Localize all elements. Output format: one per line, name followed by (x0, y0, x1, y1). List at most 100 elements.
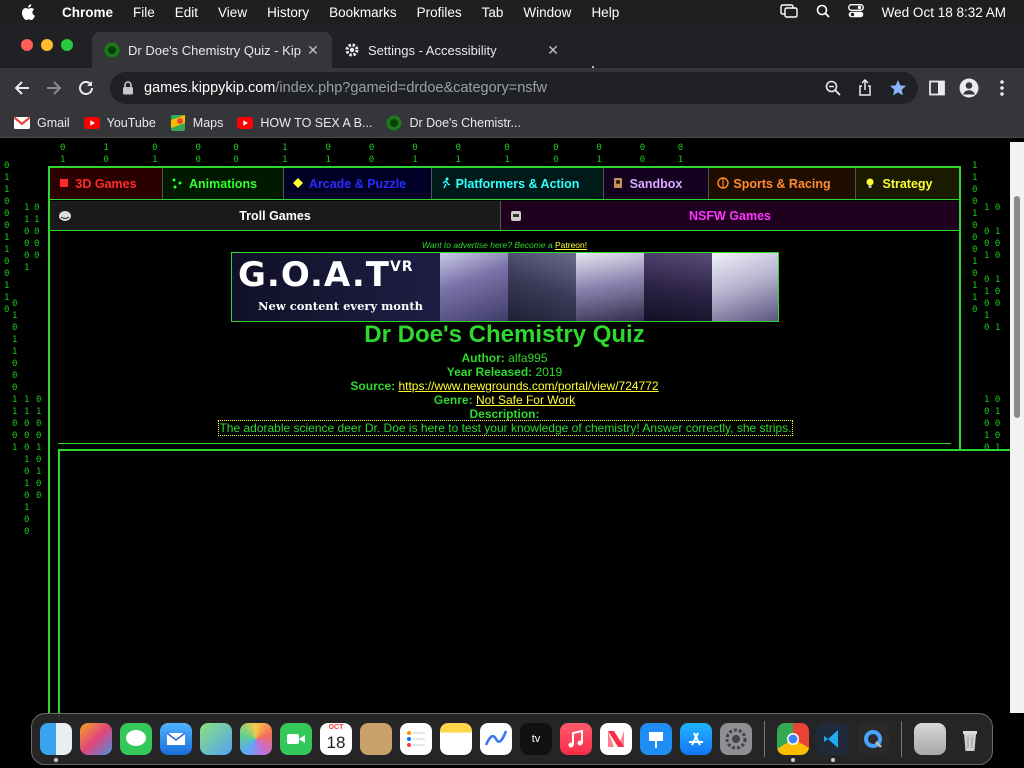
menubar-clock[interactable]: Wed Oct 18 8:32 AM (882, 5, 1006, 20)
genre-link[interactable]: Not Safe For Work (476, 393, 575, 407)
bookmark-label: YouTube (106, 115, 156, 130)
genre-line: Genre: Not Safe For Work (50, 393, 959, 407)
keynote-icon[interactable] (640, 723, 672, 755)
category-nsfw-games[interactable]: NSFW Games (501, 201, 959, 230)
category-animations[interactable]: Animations (163, 168, 284, 199)
page-scrollbar-thumb[interactable] (1014, 196, 1020, 418)
matrix-rain-decoration: 1 0 0 1 0 0 1 0 0 1 1 0 0 0 1 0 1 (984, 203, 1001, 333)
year-value: 2019 (535, 365, 563, 379)
category-troll-games[interactable]: Troll Games (50, 201, 501, 230)
window-minimize-button[interactable] (41, 39, 53, 51)
trash-icon[interactable] (954, 723, 986, 755)
menu-file[interactable]: File (133, 5, 155, 20)
calendar-month: OCT (328, 724, 344, 731)
menu-history[interactable]: History (267, 5, 309, 20)
bookmark-how-to[interactable]: HOW TO SEX A B... (237, 115, 372, 131)
share-icon[interactable] (855, 78, 875, 98)
source-link[interactable]: https://www.newgrounds.com/portal/view/7… (398, 379, 658, 393)
menu-view[interactable]: View (218, 5, 247, 20)
menu-edit[interactable]: Edit (175, 5, 198, 20)
photos-icon[interactable] (240, 723, 272, 755)
sandbox-icon (612, 177, 624, 189)
back-arrow-icon[interactable] (12, 78, 32, 98)
reload-icon[interactable] (76, 78, 96, 98)
category-sandbox[interactable]: Sandbox (604, 168, 709, 199)
dock-separator (764, 721, 765, 757)
more-menu-icon[interactable] (992, 78, 1012, 98)
window-zoom-button[interactable] (61, 39, 73, 51)
year-label: Year Released: (446, 365, 533, 379)
tab-settings[interactable]: Settings - Accessibility ✕ (332, 32, 572, 68)
control-center-icon[interactable] (847, 3, 864, 21)
matrix-rain-decoration: 1 1 0 0 0 1 (24, 203, 30, 273)
downloads-folder-icon[interactable] (914, 723, 946, 755)
menu-window[interactable]: Window (523, 5, 571, 20)
apple-menu-icon[interactable] (18, 2, 38, 22)
tab-close-icon[interactable]: ✕ (544, 42, 562, 59)
system-settings-icon[interactable] (720, 723, 752, 755)
reminders-icon[interactable] (400, 723, 432, 755)
category-label: Sports & Racing (733, 176, 831, 191)
category-platformers-action[interactable]: Platformers & Action (432, 168, 604, 199)
address-bar[interactable]: games.kippykip.com/index.php?gameid=drdo… (110, 72, 918, 104)
vscode-icon[interactable] (817, 723, 849, 762)
quicktime-icon[interactable] (857, 723, 889, 755)
menu-help[interactable]: Help (591, 5, 619, 20)
banner-title-text: G.O.A.T (238, 255, 390, 295)
bookmark-maps[interactable]: Maps (170, 114, 223, 131)
contacts-icon[interactable] (360, 723, 392, 755)
bookmark-star-icon[interactable] (888, 78, 908, 98)
lock-icon[interactable] (122, 81, 136, 95)
running-indicator (831, 758, 835, 762)
bookmark-youtube[interactable]: YouTube (83, 115, 156, 131)
tab-title: Settings - Accessibility (368, 42, 497, 58)
music-icon[interactable] (560, 723, 592, 755)
category-label: Sandbox (629, 176, 683, 191)
bookmark-gmail[interactable]: Gmail (14, 115, 70, 131)
category-nav-primary: 3D Games Animations Arcade & Puzzle Plat… (50, 168, 959, 200)
app-menu[interactable]: Chrome (62, 5, 113, 20)
zoom-icon[interactable] (823, 78, 843, 98)
dock-separator (901, 721, 902, 757)
category-sports-racing[interactable]: Sports & Racing (709, 168, 856, 199)
patreon-link[interactable]: Patreon! (555, 240, 587, 250)
category-strategy[interactable]: Strategy (856, 168, 959, 199)
messages-icon[interactable] (120, 723, 152, 755)
tab-dr-doe[interactable]: Dr Doe's Chemistry Quiz - Kip ✕ (92, 32, 332, 68)
category-nav-secondary: Troll Games NSFW Games (50, 201, 959, 231)
facetime-icon[interactable] (280, 723, 312, 755)
launchpad-icon[interactable] (80, 723, 112, 755)
maps-app-icon[interactable] (200, 723, 232, 755)
game-embed-area[interactable] (58, 449, 1014, 719)
category-3d-games[interactable]: 3D Games (50, 168, 163, 199)
goat-vr-ad-banner[interactable]: G.O.A.TVR New content every month (231, 252, 779, 322)
finder-icon[interactable] (40, 723, 72, 762)
window-close-button[interactable] (21, 39, 33, 51)
menu-profiles[interactable]: Profiles (417, 5, 462, 20)
forward-arrow-icon[interactable] (44, 78, 64, 98)
profile-avatar-icon[interactable] (959, 78, 979, 98)
apple-tv-icon[interactable]: tv (520, 723, 552, 755)
divider (58, 443, 951, 444)
spotlight-search-icon[interactable] (816, 4, 830, 21)
macos-dock: OCT 18 tv (31, 713, 993, 765)
matrix-rain-decoration: 0 1 0 0 0 (34, 203, 40, 261)
side-panel-icon[interactable] (927, 78, 947, 98)
chrome-icon[interactable] (777, 723, 809, 762)
url-path: /index.php?gameid=drdoe&category=nsfw (275, 80, 548, 96)
mail-icon[interactable] (160, 723, 192, 755)
news-icon[interactable] (600, 723, 632, 755)
menu-tab[interactable]: Tab (482, 5, 504, 20)
advertise-note: Want to advertise here? Become a Patreon… (50, 240, 959, 250)
bookmark-dr-doe[interactable]: Dr Doe's Chemistr... (386, 115, 521, 131)
notes-icon[interactable] (440, 723, 472, 755)
tab-close-icon[interactable]: ✕ (304, 42, 322, 59)
category-arcade-puzzle[interactable]: Arcade & Puzzle (284, 168, 432, 199)
freeform-icon[interactable] (480, 723, 512, 755)
bookmark-label: Dr Doe's Chemistr... (409, 115, 521, 130)
menu-bookmarks[interactable]: Bookmarks (329, 5, 397, 20)
screen-mirroring-icon[interactable] (779, 3, 798, 21)
app-store-icon[interactable] (680, 723, 712, 755)
calendar-icon[interactable]: OCT 18 (320, 723, 352, 755)
banner-character-image (508, 253, 576, 321)
